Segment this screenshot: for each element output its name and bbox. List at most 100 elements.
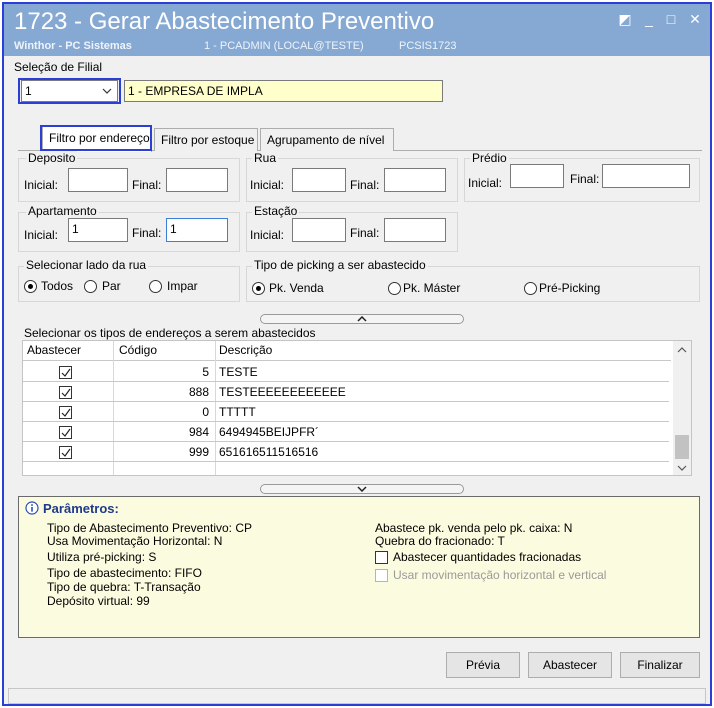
previa-button[interactable]: Prévia [446,652,520,678]
close-icon[interactable]: ✕ [686,10,704,28]
predio-final-input[interactable] [602,164,690,188]
chevron-down-icon [102,88,112,94]
param-line: Utiliza pré-picking: S [47,550,157,564]
row-descricao: 6494945BEIJPFR´ [219,425,320,439]
radio-impar-label: Impar [167,279,198,293]
check-icon [61,408,71,417]
tab-filtro-estoque[interactable]: Filtro por estoque [154,128,258,151]
row-descricao: 651616511516516 [219,445,319,459]
apartamento-inicial-input[interactable]: 1 [68,218,128,242]
apartamento-final-label: Final: [132,226,162,240]
radio-pre-picking[interactable] [524,282,537,295]
row-descricao: TESTEEEEEEEEEEEE [219,385,346,399]
apartamento-label: Apartamento [26,204,99,218]
radio-impar[interactable] [149,280,162,293]
col-abastecer[interactable]: Abastecer [27,343,81,357]
apartamento-final-input[interactable]: 1 [166,218,228,242]
rua-inicial-label: Inicial: [250,178,285,192]
apartamento-inicial-label: Inicial: [24,228,59,242]
rua-final-input[interactable] [384,168,446,192]
maximize-icon[interactable]: □ [662,10,680,28]
abastecer-checkbox[interactable] [59,426,72,439]
program-code: PCSIS1723 [399,40,457,52]
param-line: Tipo de Abastecimento Preventivo: CP [47,521,252,535]
table-row[interactable]: 5 TESTE [23,363,669,382]
filial-code: 1 [25,84,32,98]
company-name: Winthor - PC Sistemas [14,40,132,52]
radio-pk-venda-label: Pk. Venda [269,281,324,295]
radio-pk-venda[interactable] [252,282,265,295]
estacao-final-input[interactable] [384,218,446,242]
check-icon [61,388,71,397]
minimize-icon[interactable]: _ [640,10,658,28]
parametros-title: Parâmetros: [43,501,119,516]
row-codigo: 5 [202,365,209,379]
abastecer-fracionadas-label: Abastecer quantidades fracionadas [393,550,582,564]
radio-todos[interactable] [24,280,37,293]
row-descricao: TTTTT [219,405,256,419]
chevron-up-icon [357,316,367,322]
check-icon [61,368,71,377]
tab-agrupamento-nivel[interactable]: Agrupamento de nível [260,128,394,151]
table-row[interactable]: 0 TTTTT [23,403,669,422]
radio-par[interactable] [84,280,97,293]
window-title: 1723 - Gerar Abastecimento Preventivo [14,8,435,35]
scrollbar-thumb[interactable] [675,435,689,459]
scroll-down-icon[interactable] [677,465,687,471]
deposito-label: Deposito [26,151,78,165]
grid-header: Abastecer Código Descrição [23,341,671,361]
col-descricao[interactable]: Descrição [219,343,272,357]
deposito-final-input[interactable] [166,168,228,192]
picking-label: Tipo de picking a ser abastecido [252,258,428,272]
col-codigo[interactable]: Código [119,343,157,357]
splitter-down-handle[interactable] [260,484,464,494]
param-line: Usa Movimentação Horizontal: N [47,534,223,548]
info-icon [25,501,39,515]
table-row[interactable]: 984 6494945BEIJPFR´ [23,423,669,442]
deposito-inicial-input[interactable] [68,168,128,192]
param-line: Abastece pk. venda pelo pk. caixa: N [375,521,573,535]
tab-highlight [40,125,152,151]
scroll-up-icon[interactable] [677,347,687,353]
estacao-final-label: Final: [350,226,380,240]
row-codigo: 888 [188,385,209,399]
title-bar: 1723 - Gerar Abastecimento Preventivo Wi… [4,4,710,56]
splitter-up-handle[interactable] [260,314,464,324]
main-window: 1723 - Gerar Abastecimento Preventivo Wi… [2,2,712,706]
status-bar [8,688,706,704]
row-codigo: 999 [188,445,209,459]
radio-pk-master-label: Pk. Máster [403,281,461,295]
filial-select[interactable]: 1 [21,80,118,102]
finalizar-button[interactable]: Finalizar [620,652,700,678]
param-line: Quebra do fracionado: T [375,534,505,548]
check-icon [61,428,71,437]
parametros-panel: Parâmetros: Tipo de Abastecimento Preven… [18,496,700,638]
grid-scrollbar[interactable] [673,341,691,475]
abastecer-checkbox[interactable] [59,406,72,419]
movimentacao-horizontal-checkbox[interactable] [375,569,388,582]
estacao-label: Estação [252,204,300,218]
predio-inicial-input[interactable] [510,164,564,188]
estacao-inicial-input[interactable] [292,218,346,242]
param-line: Depósito virtual: 99 [47,594,150,608]
radio-pk-master[interactable] [388,282,401,295]
estacao-inicial-label: Inicial: [250,228,285,242]
table-row[interactable]: 999 651616511516516 [23,443,669,462]
restore-icon[interactable]: ◩ [616,10,634,28]
predio-inicial-label: Inicial: [468,176,503,190]
abastecer-checkbox[interactable] [59,366,72,379]
abastecer-checkbox[interactable] [59,386,72,399]
rua-inicial-input[interactable] [292,168,346,192]
abastecer-checkbox[interactable] [59,446,72,459]
enderecos-grid: Abastecer Código Descrição 5 TESTE 888 T… [22,340,692,476]
deposito-inicial-label: Inicial: [24,178,59,192]
filial-label: Seleção de Filial [14,60,103,74]
abastecer-fracionadas-checkbox[interactable] [375,551,388,564]
row-codigo: 984 [188,425,209,439]
abastecer-button[interactable]: Abastecer [528,652,612,678]
table-row[interactable]: 888 TESTEEEEEEEEEEEE [23,383,669,402]
lado-rua-label: Selecionar lado da rua [24,258,149,272]
user-info: 1 - PCADMIN (LOCAL@TESTE) [204,40,364,52]
predio-final-label: Final: [570,172,600,186]
rua-final-label: Final: [350,178,380,192]
